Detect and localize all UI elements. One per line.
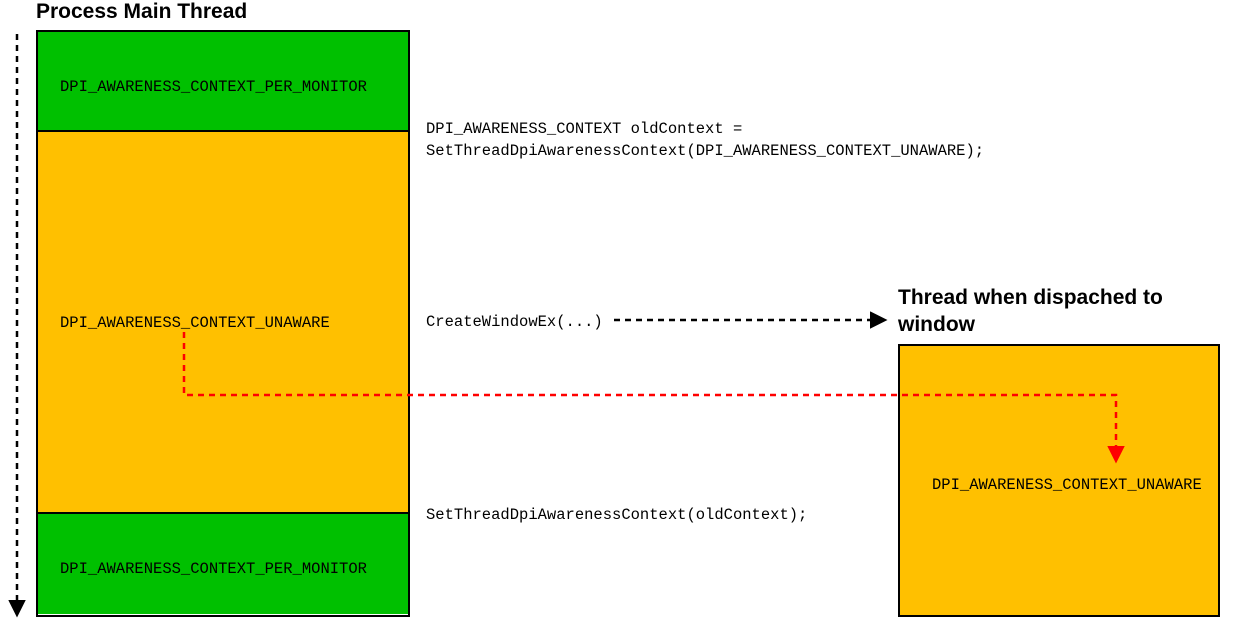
window-thread-block: DPI_AWARENESS_CONTEXT_UNAWARE (898, 344, 1220, 617)
main-thread-column: DPI_AWARENESS_CONTEXT_PER_MONITOR DPI_AW… (36, 30, 410, 617)
window-thread-title: Thread when dispached to window (898, 284, 1198, 339)
main-top-block: DPI_AWARENESS_CONTEXT_PER_MONITOR (38, 32, 408, 132)
main-mid-block: DPI_AWARENESS_CONTEXT_UNAWARE (38, 132, 408, 512)
main-bot-block: DPI_AWARENESS_CONTEXT_PER_MONITOR (38, 512, 408, 614)
main-bot-label: DPI_AWARENESS_CONTEXT_PER_MONITOR (60, 560, 367, 578)
main-mid-label: DPI_AWARENESS_CONTEXT_UNAWARE (60, 314, 330, 332)
code-create: CreateWindowEx(...) (426, 312, 603, 334)
main-top-label: DPI_AWARENESS_CONTEXT_PER_MONITOR (60, 78, 367, 96)
code-pop: SetThreadDpiAwarenessContext(oldContext)… (426, 505, 807, 527)
main-thread-title: Process Main Thread (36, 0, 247, 24)
window-label: DPI_AWARENESS_CONTEXT_UNAWARE (932, 476, 1202, 494)
code-push: DPI_AWARENESS_CONTEXT oldContext = SetTh… (426, 119, 984, 162)
